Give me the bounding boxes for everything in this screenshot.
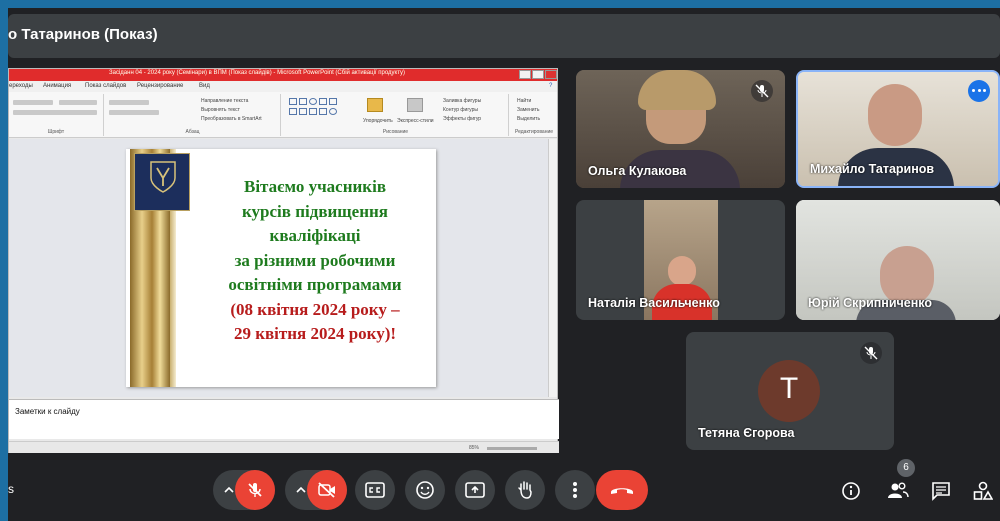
more-options-icon[interactable] <box>968 80 990 102</box>
shape-fill-button[interactable]: Заливка фигуры <box>443 98 481 104</box>
participant-tile[interactable]: Наталія Васильченко <box>576 200 785 320</box>
zoom-level: 85% <box>469 445 480 451</box>
participant-count-badge: 6 <box>897 459 915 477</box>
people-button[interactable] <box>884 478 910 504</box>
mic-off-icon <box>860 342 882 364</box>
participant-name: Михайло Татаринов <box>810 162 935 176</box>
participant-tile[interactable]: Т Тетяна Єгорова <box>686 332 894 450</box>
participant-name: Юрій Скрипниченко <box>808 296 933 310</box>
more-vert-icon <box>573 482 577 498</box>
tab-view[interactable]: Вид <box>199 83 210 89</box>
participant-face <box>868 84 922 146</box>
raise-hand-button[interactable] <box>505 470 545 510</box>
activities-button[interactable] <box>970 478 996 504</box>
mic-control <box>213 470 275 510</box>
people-icon <box>888 482 909 498</box>
camera-off-icon <box>318 482 335 498</box>
slide-notes[interactable]: Заметки к слайду <box>9 399 559 439</box>
shape-outline-button[interactable]: Контур фигуры <box>443 107 478 113</box>
presenter-bar: о Татаринов (Показ) <box>8 14 1000 58</box>
slide-line: Вітаємо учасників <box>244 177 386 196</box>
text-direction-button[interactable]: Направление текста <box>201 98 248 104</box>
meeting-info-button[interactable] <box>838 478 864 504</box>
powerpoint-tabs: ереходы Анимация Показ слайдов Рецензиро… <box>9 81 557 92</box>
quick-styles-button[interactable]: Экспресс-стили <box>397 118 434 124</box>
zoom-slider[interactable] <box>487 447 537 450</box>
emoji-icon <box>416 481 434 499</box>
slide-canvas: Вітаємо учасників курсів підвищення квал… <box>126 149 436 387</box>
ribbon-group-drawing: Упорядочить Экспресс-стили Заливка фигур… <box>283 94 509 136</box>
info-icon <box>842 482 860 500</box>
slide-line: за різними робочими <box>234 250 396 270</box>
meeting-window: о Татаринов (Показ) Засіданн 04 - 2024 р… <box>8 8 1000 521</box>
tab-review[interactable]: Рецензирование <box>137 83 183 89</box>
captions-button[interactable] <box>355 470 395 510</box>
smartart-button[interactable]: Преобразовать в SmartArt <box>201 116 262 122</box>
slide-line: (08 квітня 2024 року – <box>230 299 400 319</box>
powerpoint-titlebar: Засіданн 04 - 2024 року (Семінари) в ВПМ… <box>9 69 557 81</box>
slide-line: кваліфікаці <box>269 226 361 245</box>
slide-line: 29 квітня 2024 року)! <box>233 324 397 343</box>
camera-toggle-button[interactable] <box>307 470 347 510</box>
camera-control <box>285 470 347 510</box>
participant-tile[interactable]: Михайло Татаринов <box>796 70 1000 188</box>
shield-icon <box>150 161 176 193</box>
participant-face <box>668 256 696 286</box>
maximize-icon[interactable] <box>532 70 544 79</box>
powerpoint-ribbon: Шрифт Направление текста Выровнять текст… <box>9 92 557 138</box>
participant-name: Ольга Кулакова <box>588 164 687 178</box>
arrange-icon <box>367 98 383 112</box>
tab-transitions[interactable]: ереходы <box>9 83 33 89</box>
raise-hand-icon <box>518 481 532 499</box>
tab-animation[interactable]: Анимация <box>43 83 71 89</box>
participant-name: Наталія Васильченко <box>588 296 720 310</box>
ribbon-group-editing: Найти Заменить Выделить Редактирование <box>514 98 554 135</box>
slide-line: курсів підвищення <box>242 201 388 221</box>
emoji-button[interactable] <box>405 470 445 510</box>
captions-icon <box>365 482 385 498</box>
university-emblem <box>134 153 190 211</box>
find-button[interactable]: Найти <box>517 98 531 104</box>
presentation-title: о Татаринов (Показ) <box>8 26 158 43</box>
more-options-button[interactable] <box>555 470 595 510</box>
avatar-initial: Т <box>779 372 799 405</box>
ribbon-group-font: Шрифт <box>9 94 104 136</box>
activities-icon <box>973 481 993 500</box>
end-call-icon <box>611 488 633 494</box>
present-screen-icon <box>465 482 485 498</box>
notes-placeholder: Заметки к слайду <box>15 407 80 416</box>
present-button[interactable] <box>455 470 495 510</box>
mic-off-icon <box>751 80 773 102</box>
quick-styles-icon <box>407 98 423 112</box>
shape-effects-button[interactable]: Эффекты фигур <box>443 116 481 122</box>
tab-slideshow[interactable]: Показ слайдов <box>85 83 126 89</box>
participant-tile[interactable]: Ольга Кулакова <box>576 70 785 188</box>
ribbon-group-paragraph: Направление текста Выровнять текст Преоб… <box>105 94 281 136</box>
chat-button[interactable] <box>928 478 954 504</box>
meeting-time-fragment: s <box>8 482 14 496</box>
participant-tile[interactable]: Юрій Скрипниченко <box>796 200 1000 320</box>
chat-icon <box>932 482 950 501</box>
mic-toggle-button[interactable] <box>235 470 275 510</box>
help-icon[interactable]: ? <box>549 83 552 89</box>
powerpoint-statusbar: 85% <box>9 441 559 453</box>
avatar: Т <box>758 360 820 422</box>
end-call-button[interactable] <box>596 470 648 510</box>
replace-button[interactable]: Заменить <box>517 107 539 113</box>
arrange-button[interactable]: Упорядочить <box>363 118 393 124</box>
shared-screen: Засіданн 04 - 2024 року (Семінари) в ВПМ… <box>8 68 559 453</box>
slide-greeting-text: Вітаємо учасників курсів підвищення квал… <box>200 175 430 347</box>
powerpoint-window-title: Засіданн 04 - 2024 року (Семінари) в ВПМ… <box>109 70 406 76</box>
chevron-up-icon[interactable] <box>223 484 235 496</box>
mic-off-icon <box>248 483 262 497</box>
minimize-icon[interactable] <box>519 70 531 79</box>
align-text-button[interactable]: Выровнять текст <box>201 107 240 113</box>
slide-line: освітніми програмами <box>228 275 402 294</box>
participant-name: Тетяна Єгорова <box>698 426 795 440</box>
chevron-up-icon[interactable] <box>295 484 307 496</box>
close-icon[interactable] <box>545 70 557 79</box>
select-button[interactable]: Выделить <box>517 116 540 122</box>
vertical-scrollbar[interactable] <box>548 139 557 397</box>
